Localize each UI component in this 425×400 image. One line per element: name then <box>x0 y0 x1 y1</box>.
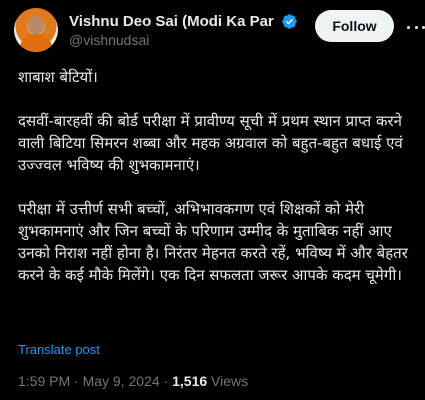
more-options-icon[interactable] <box>407 18 425 36</box>
follow-button[interactable]: Follow <box>315 10 394 42</box>
avatar[interactable] <box>14 8 58 52</box>
translate-post-link[interactable]: Translate post <box>18 342 100 357</box>
tweet-paragraph: परीक्षा में उत्तीर्ण सभी बच्चों, अभिभावक… <box>18 200 408 284</box>
tweet-date[interactable]: May 9, 2024 <box>83 373 160 389</box>
avatar-figure-head <box>28 16 44 34</box>
tweet-paragraph: दसवीं-बारहवीं की बोर्ड परीक्षा में प्राव… <box>18 112 403 174</box>
tweet-time[interactable]: 1:59 PM <box>18 373 70 389</box>
tweet-paragraph: शाबाश बेटियों। <box>18 68 98 86</box>
author-name-row: Vishnu Deo Sai (Modi Ka Par <box>69 10 298 32</box>
views-label: Views <box>207 373 249 389</box>
avatar-figure-body <box>20 34 52 52</box>
author-display-name[interactable]: Vishnu Deo Sai (Modi Ka Par <box>69 13 279 30</box>
tweet-header: Vishnu Deo Sai (Modi Ka Par @vishnudsai … <box>14 8 425 52</box>
tweet-text: शाबाश बेटियों। दसवीं-बारहवीं की बोर्ड पर… <box>18 66 418 286</box>
author-handle[interactable]: @vishnudsai <box>69 32 149 48</box>
meta-separator: · <box>70 373 83 389</box>
meta-separator: · <box>159 373 173 389</box>
verified-badge-icon <box>282 13 297 29</box>
views-count: 1,516 <box>172 373 208 389</box>
tweet-meta: 1:59 PM · May 9, 2024 · 1,516 Views <box>18 373 248 389</box>
